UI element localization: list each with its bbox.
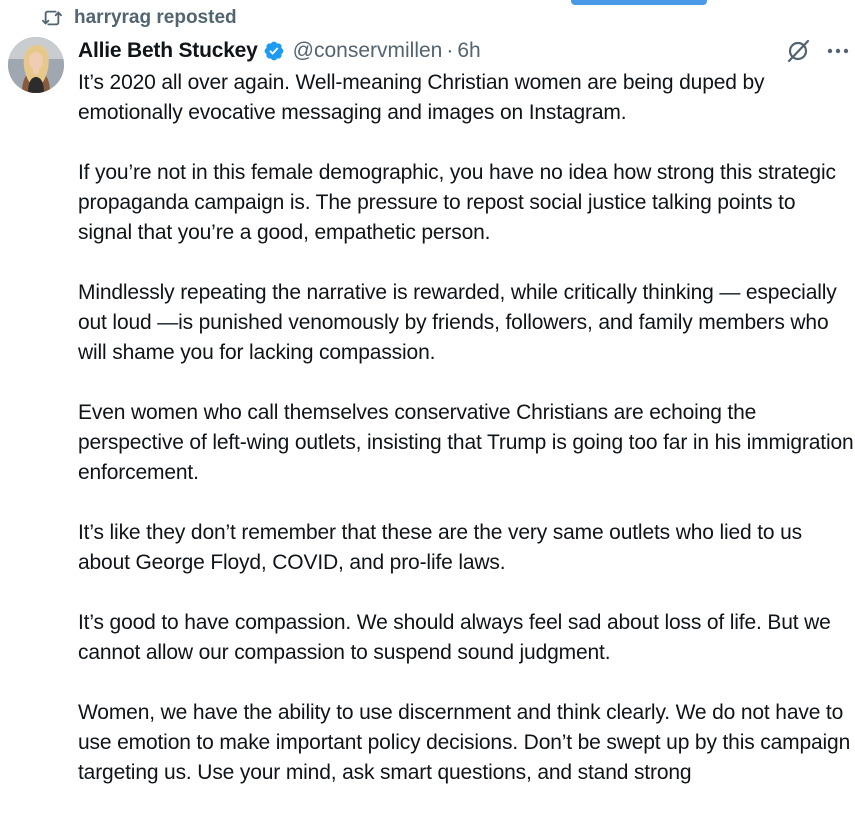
user-handle[interactable]: @conservmillen	[293, 39, 443, 63]
repost-context[interactable]: harryrag reposted	[40, 6, 237, 30]
repost-label[interactable]: harryrag reposted	[74, 7, 237, 29]
tweet-paragraph: It’s 2020 all over again. Well-meaning C…	[78, 71, 765, 124]
tweet-paragraph: It’s like they don’t remember that these…	[78, 521, 802, 574]
header-actions	[785, 38, 851, 64]
more-options-icon[interactable]	[825, 38, 851, 64]
verified-badge-icon[interactable]	[263, 40, 285, 62]
tweet-paragraph: It’s good to have compassion. We should …	[78, 611, 831, 664]
tweet-text: It’s 2020 all over again. Well-meaning C…	[78, 68, 854, 788]
tweet-paragraph: Mindlessly repeating the narrative is re…	[78, 281, 837, 364]
tweet-header: Allie Beth Stuckey @conservmillen · 6h	[78, 36, 845, 66]
post-time[interactable]: 6h	[457, 39, 480, 63]
repost-icon	[40, 7, 64, 29]
tweet-paragraph: Women, we have the ability to use discer…	[78, 701, 851, 784]
header-separator: ·	[446, 39, 454, 62]
tweet-paragraph: Even women who call themselves conservat…	[78, 401, 854, 484]
tweet-paragraph: If you’re not in this female demographic…	[78, 161, 836, 244]
grok-icon[interactable]	[785, 38, 811, 64]
display-name[interactable]: Allie Beth Stuckey	[78, 39, 258, 63]
avatar[interactable]	[8, 37, 64, 93]
scroll-position-indicator	[571, 0, 707, 5]
